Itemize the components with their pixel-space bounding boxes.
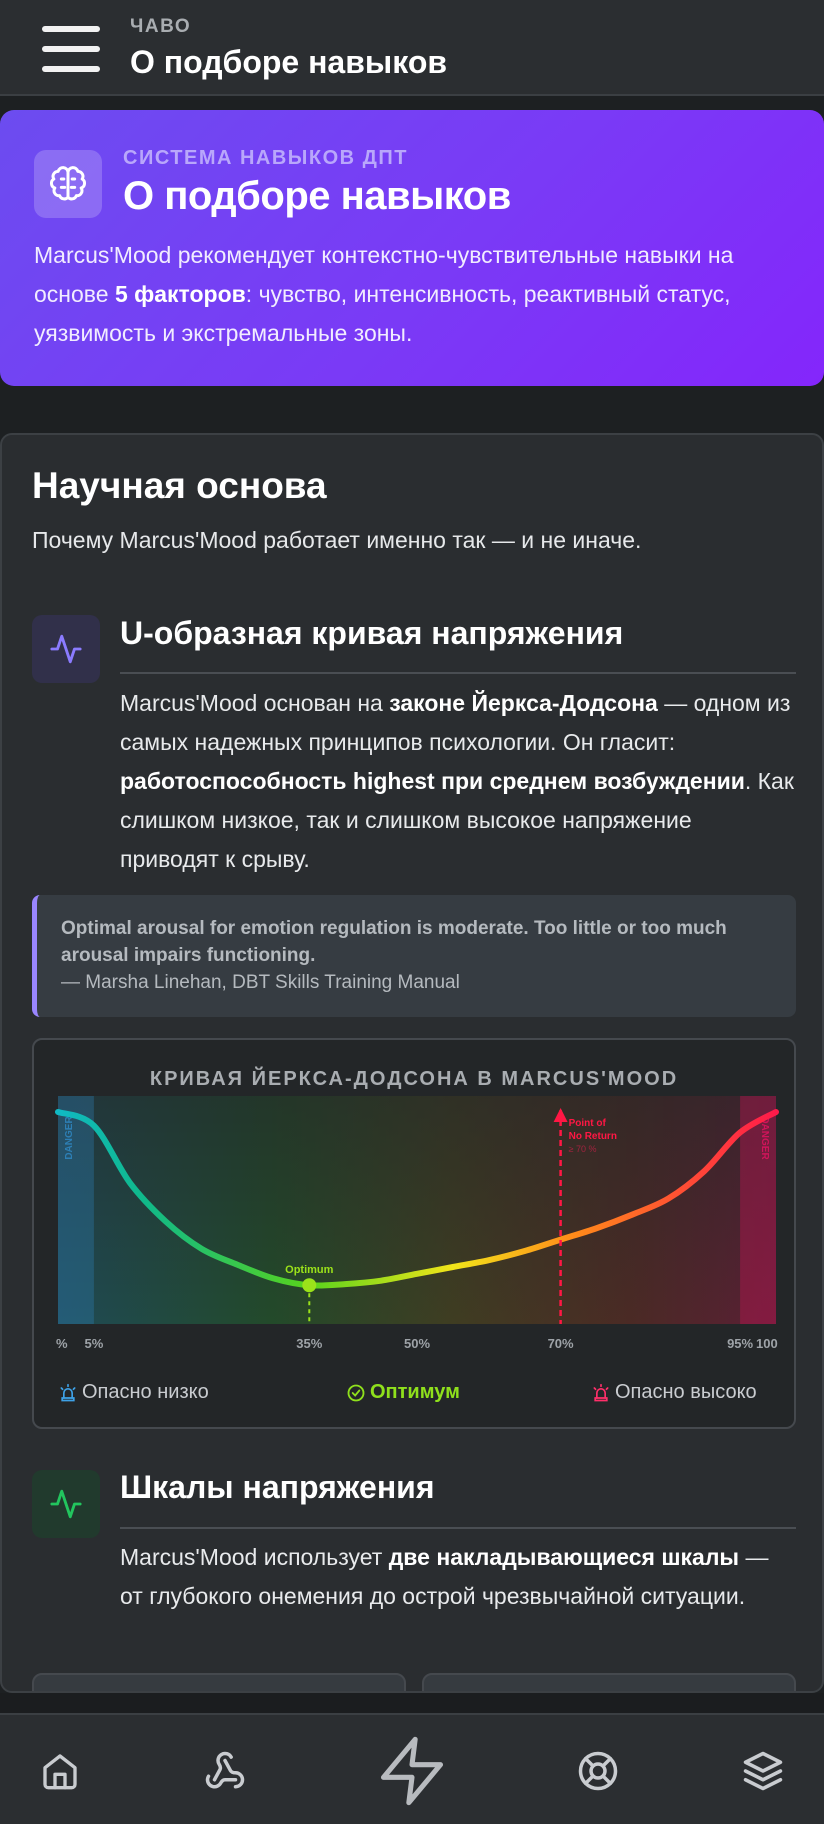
hero-description: Marcus'Mood рекомендует контекстно-чувст… [34, 242, 734, 346]
quote-block: Optimal arousal for emotion regulation i… [32, 895, 796, 1017]
check-circle-icon [347, 1384, 365, 1401]
bottom-navigation [0, 1713, 824, 1824]
scale-card-2 [422, 1673, 796, 1691]
x-tick-label: 50% [404, 1336, 430, 1351]
section-subtitle: Почему Marcus'Mood работает именно так —… [32, 527, 642, 553]
legend-danger-high: Опасно высоко [591, 1381, 757, 1404]
top-app-bar: ЧАВО О подборе навыков [0, 0, 824, 96]
x-tick-label: 70% [548, 1336, 574, 1351]
science-card: Научная основа Почему Marcus'Mood работа… [0, 433, 824, 1693]
divider [120, 672, 796, 674]
legend-danger-low: Опасно низко [58, 1381, 209, 1404]
siren-icon [60, 1383, 76, 1401]
hero-title: О подборе навыков [123, 174, 511, 218]
danger-zone-label: DANGER [64, 1116, 75, 1160]
hero-kicker: СИСТЕМА НАВЫКОВ ДПТ [123, 147, 408, 169]
optimum-point [302, 1278, 317, 1293]
quote-attribution: — Marsha Linehan, DBT Skills Training Ma… [61, 972, 460, 993]
no-return-label: Point of [569, 1118, 607, 1129]
yerkes-dodson-chart: КРИВАЯ ЙЕРКСА-ДОДСОНА В MARCUS'MOOD DANG… [32, 1038, 796, 1429]
page-title: О подборе навыков [130, 44, 448, 80]
scale-card-1 [32, 1673, 406, 1691]
ucurve-title: U-образная кривая напряжения [120, 615, 624, 651]
section-title: Научная основа [32, 465, 327, 506]
plot-fade [58, 1096, 776, 1324]
brain-icon [34, 150, 102, 218]
header-kicker: ЧАВО [130, 16, 192, 37]
divider [120, 1527, 796, 1529]
webhook-icon[interactable] [185, 1715, 265, 1824]
chart-svg: DANGER DANGEROptimumPoint ofNo Return≥ 70… [55, 1096, 779, 1351]
x-tick-label: 35% [296, 1336, 322, 1351]
menu-icon[interactable] [42, 26, 100, 72]
x-tick-label: % [56, 1336, 68, 1351]
activity-icon [32, 1470, 100, 1538]
quote-text: Optimal arousal for emotion regulation i… [61, 918, 727, 966]
nav-shadow [0, 1693, 824, 1713]
siren-icon [593, 1383, 609, 1401]
scales-title: Шкалы напряжения [120, 1469, 435, 1505]
legend-optimum: Оптимум [346, 1381, 460, 1404]
activity-icon [32, 615, 100, 683]
optimum-label: Optimum [285, 1264, 333, 1276]
home-icon[interactable] [20, 1715, 100, 1824]
x-tick-label: 95% [727, 1336, 753, 1351]
x-tick-label: 5% [85, 1336, 104, 1351]
no-return-label: No Return [569, 1131, 617, 1142]
no-return-threshold: ≥ 70 % [569, 1144, 597, 1154]
ucurve-text: Marcus'Mood основан на законе Йеркса-Дод… [120, 690, 794, 872]
zap-icon[interactable] [362, 1715, 462, 1824]
scales-text: Marcus'Mood использует две накладывающие… [120, 1544, 769, 1609]
hero-banner: СИСТЕМА НАВЫКОВ ДПТ О подборе навыков Ma… [0, 110, 824, 386]
layers-icon[interactable] [723, 1715, 803, 1824]
lifebuoy-icon[interactable] [558, 1715, 638, 1824]
x-tick-label: 100 [756, 1336, 778, 1351]
